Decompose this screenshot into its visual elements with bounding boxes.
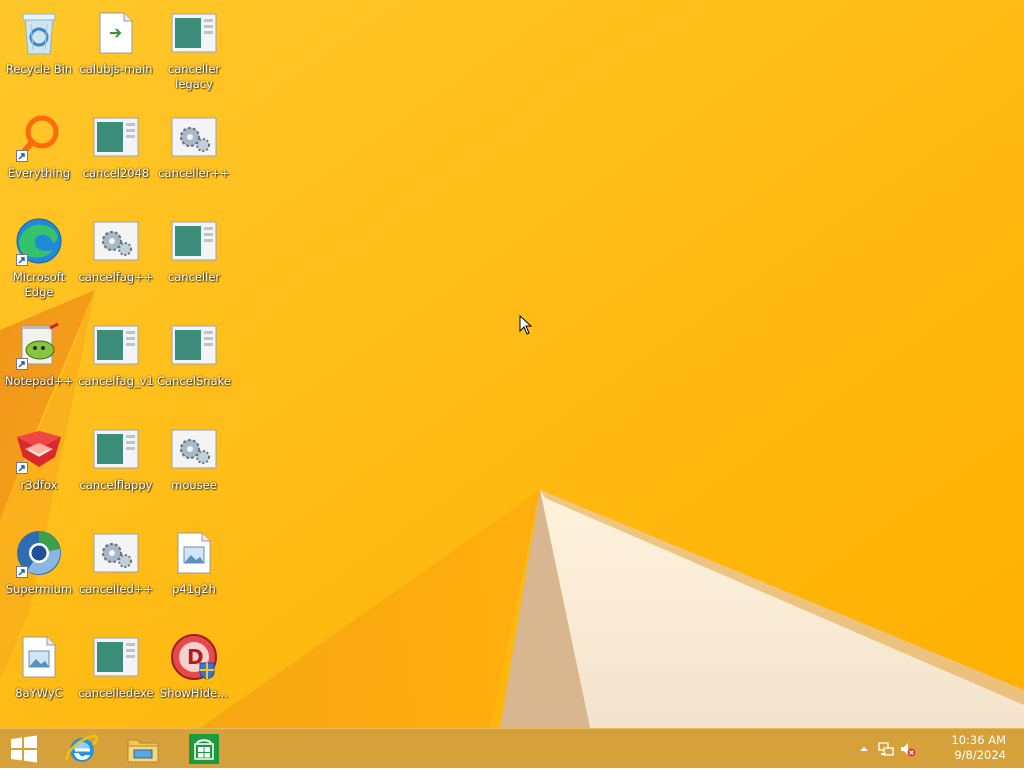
desktop-icon-label: Recycle Bin <box>5 62 73 76</box>
clock-time: 10:36 AM <box>951 733 1006 747</box>
app-window-icon <box>91 112 141 162</box>
start-button[interactable] <box>0 729 48 769</box>
app-window-icon <box>169 8 219 58</box>
desktop-icon-p41g2h[interactable]: p41g2h <box>155 522 233 622</box>
supermium-browser-icon <box>14 528 64 578</box>
settings-gears-icon <box>169 112 219 162</box>
desktop-icon-label: mousee <box>171 478 217 492</box>
desktop-icon-label: canceller <box>167 270 221 284</box>
desktop-icon-label: CancelSnake <box>157 374 231 388</box>
desktop-icon-label: 8aYWyC <box>15 686 63 700</box>
desktop-icon-cancelflappy[interactable]: cancelflappy <box>77 418 155 518</box>
windows-store-icon <box>189 734 219 764</box>
desktop-icon-label: cancelflappy <box>79 478 153 492</box>
desktop-icon-label: cancelfag++ <box>78 270 154 284</box>
taskbar-file-explorer[interactable] <box>119 729 167 769</box>
desktop-icon-cancelledexe[interactable]: cancelledexe <box>77 626 155 726</box>
desktop-icon-label: canceller++ <box>158 166 230 180</box>
desktop-icon-label: canceller legacy <box>167 62 221 91</box>
app-window-icon <box>169 216 219 266</box>
clock[interactable]: 10:36 AM 9/8/2024 <box>936 733 1006 763</box>
everything-search-icon <box>14 112 64 162</box>
desktop[interactable]: Recycle Bin Everything Microsoft Edge No… <box>0 0 1024 728</box>
desktop-icon-8aywyc[interactable]: 8aYWyC <box>0 626 78 726</box>
show-hidden-icons-chevron-icon[interactable] <box>856 741 872 757</box>
r3dfox-browser-icon <box>14 424 64 474</box>
shortcut-arrow-icon <box>16 566 28 578</box>
shortcut-arrow-icon <box>16 254 28 266</box>
taskbar: 10:36 AM 9/8/2024 <box>0 728 1024 768</box>
desktop-icon-label: p41g2h <box>172 582 216 596</box>
shortcut-arrow-icon <box>16 462 28 474</box>
desktop-icon-label: cancelfag_v1 <box>78 374 154 388</box>
desktop-icon-label: cancelledexe <box>78 686 154 700</box>
desktop-icon-label: Microsoft Edge <box>12 270 66 299</box>
shortcut-arrow-icon <box>16 150 28 162</box>
desktop-icon-microsoft-edge[interactable]: Microsoft Edge <box>0 210 78 310</box>
script-file-icon <box>91 8 141 58</box>
desktop-icon-canceller-legacy[interactable]: canceller legacy <box>155 2 233 102</box>
desktop-icon-calubjs-main[interactable]: calubjs-main <box>77 2 155 102</box>
desktop-icon-cancel2048[interactable]: cancel2048 <box>77 106 155 206</box>
image-file-icon <box>169 528 219 578</box>
desktop-icon-label: cancel2048 <box>82 166 150 180</box>
app-window-icon <box>91 320 141 370</box>
desktop-icon-label: cancelled++ <box>78 582 154 596</box>
internet-explorer-icon <box>65 734 98 762</box>
desktop-icon-cancelfag-v1[interactable]: cancelfag_v1 <box>77 314 155 414</box>
desktop-icon-everything[interactable]: Everything <box>0 106 78 206</box>
volume-muted-icon[interactable] <box>900 741 916 757</box>
desktop-icon-label: Supermium <box>5 582 73 596</box>
mouse-cursor-icon <box>519 315 533 335</box>
settings-gears-icon <box>169 424 219 474</box>
desktop-icon-notepad-plus-plus[interactable]: Notepad++ <box>0 314 78 414</box>
settings-gears-icon <box>91 216 141 266</box>
notepad-plus-plus-icon <box>14 320 64 370</box>
app-window-icon <box>91 424 141 474</box>
desktop-icon-supermium[interactable]: Supermium <box>0 522 78 622</box>
desktop-icon-showhide[interactable]: D ShowHide... <box>155 626 233 726</box>
windows-logo-icon <box>11 735 37 763</box>
taskbar-internet-explorer[interactable] <box>58 729 106 769</box>
desktop-icon-r3dfox[interactable]: r3dfox <box>0 418 78 518</box>
image-file-icon <box>14 632 64 682</box>
desktop-icon-label: Notepad++ <box>4 374 74 388</box>
taskbar-windows-store[interactable] <box>180 729 228 769</box>
desktop-icon-cancelfag-plus-plus[interactable]: cancelfag++ <box>77 210 155 310</box>
desktop-icon-recycle-bin[interactable]: Recycle Bin <box>0 2 78 102</box>
shortcut-arrow-icon <box>16 358 28 370</box>
app-window-icon <box>91 632 141 682</box>
system-tray: 10:36 AM 9/8/2024 <box>854 729 1024 769</box>
showhide-shield-icon: D <box>169 632 219 682</box>
settings-gears-icon <box>91 528 141 578</box>
desktop-icon-label: ShowHide... <box>159 686 229 700</box>
desktop-icon-cancelsnake[interactable]: CancelSnake <box>155 314 233 414</box>
desktop-icon-canceller[interactable]: canceller <box>155 210 233 310</box>
clock-date: 9/8/2024 <box>954 748 1006 762</box>
desktop-icon-label: calubjs-main <box>79 62 153 76</box>
desktop-icon-label: Everything <box>7 166 71 180</box>
edge-browser-icon <box>14 216 64 266</box>
desktop-icon-cancelled-plus-plus[interactable]: cancelled++ <box>77 522 155 622</box>
file-explorer-icon <box>127 739 159 763</box>
desktop-icon-label: r3dfox <box>20 478 58 492</box>
network-icon[interactable] <box>878 741 894 757</box>
desktop-icon-canceller-plus-plus[interactable]: canceller++ <box>155 106 233 206</box>
recycle-bin-icon <box>14 8 64 58</box>
desktop-icon-mousee[interactable]: mousee <box>155 418 233 518</box>
app-window-icon <box>169 320 219 370</box>
